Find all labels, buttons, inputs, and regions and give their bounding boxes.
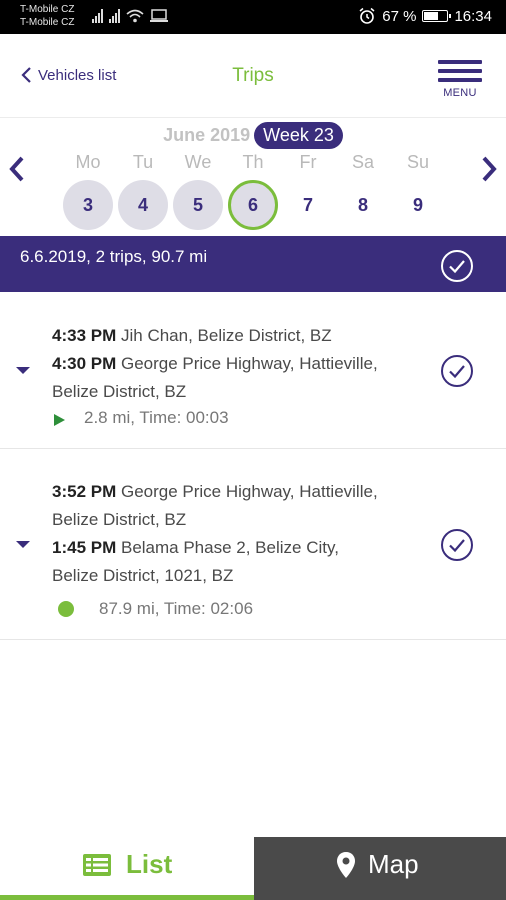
day-name-label: Tu bbox=[132, 152, 154, 172]
trip-end-time: 3:52 PM bbox=[52, 482, 117, 501]
trip-end-time: 4:33 PM bbox=[52, 326, 117, 345]
day-number-button[interactable]: 6 bbox=[228, 180, 278, 230]
day-name-label: Sa bbox=[351, 152, 375, 172]
trip-item[interactable]: 4:33 PM Jih Chan, Belize District, BZ 4:… bbox=[0, 292, 506, 449]
hamburger-icon bbox=[438, 60, 482, 64]
trip-end-place: Jih Chan, Belize District, BZ bbox=[120, 326, 332, 345]
expand-trip-icon[interactable] bbox=[16, 541, 30, 548]
trips-screen: T-Mobile CZ T-Mobile CZ 67 % 16:34 Vehic… bbox=[0, 0, 506, 900]
trip-item[interactable]: 3:52 PM George Price Highway, Hattievill… bbox=[0, 450, 506, 640]
status-bar: T-Mobile CZ T-Mobile CZ 67 % 16:34 bbox=[0, 0, 506, 34]
day-mo[interactable]: Mo 3 bbox=[62, 152, 114, 230]
day-th[interactable]: Th 6 bbox=[227, 152, 279, 230]
carrier-2-label: T-Mobile CZ bbox=[20, 17, 75, 28]
day-number-button[interactable]: 7 bbox=[283, 180, 333, 230]
calendar-heading: June 2019 Week 23 bbox=[0, 122, 506, 149]
previous-week-button[interactable] bbox=[6, 154, 28, 184]
day-name-label: We bbox=[184, 152, 212, 172]
trip-start-place: Belama Phase 2, Belize City, bbox=[120, 538, 339, 557]
trip-meta: 87.9 mi, Time: 02:06 bbox=[99, 599, 254, 618]
next-week-button[interactable] bbox=[478, 154, 500, 184]
battery-percent: 67 % bbox=[382, 7, 417, 25]
trip-status-dot-icon bbox=[58, 601, 74, 617]
day-number-button[interactable]: 4 bbox=[118, 180, 168, 230]
screen-cast-icon bbox=[150, 9, 168, 22]
trip-end-line: 4:33 PM Jih Chan, Belize District, BZ bbox=[52, 322, 442, 350]
active-tab-indicator bbox=[0, 895, 254, 900]
tab-list[interactable]: List bbox=[0, 837, 254, 900]
carrier-names: T-Mobile CZ T-Mobile CZ bbox=[20, 3, 74, 29]
day-name-label: Su bbox=[406, 152, 430, 172]
tab-map-label: Map bbox=[368, 849, 419, 879]
menu-label: MENU bbox=[443, 87, 477, 99]
app-header: Vehicles list Trips MENU bbox=[0, 34, 506, 118]
day-number-button[interactable]: 5 bbox=[173, 180, 223, 230]
select-all-check-icon[interactable] bbox=[440, 249, 474, 283]
day-name-label: Th bbox=[242, 152, 264, 172]
day-number-button[interactable]: 3 bbox=[63, 180, 113, 230]
trip-meta: 2.8 mi, Time: 00:03 bbox=[84, 408, 229, 427]
day-sa[interactable]: Sa 8 bbox=[337, 152, 389, 230]
trip-start-time: 4:30 PM bbox=[52, 354, 117, 373]
signal-2-icon bbox=[109, 9, 120, 23]
signal-icons bbox=[92, 9, 168, 23]
hamburger-icon-line bbox=[438, 78, 482, 82]
status-right: 67 % 16:34 bbox=[358, 7, 492, 25]
day-fr[interactable]: Fr 7 bbox=[282, 152, 334, 230]
wifi-icon bbox=[126, 9, 144, 23]
day-su[interactable]: Su 9 bbox=[392, 152, 444, 230]
tab-list-content: List bbox=[82, 849, 172, 880]
hamburger-icon-line bbox=[438, 69, 482, 73]
signal-1-icon bbox=[92, 9, 103, 23]
trip-start-line: 4:30 PM George Price Highway, Hattievill… bbox=[52, 350, 442, 378]
alarm-icon bbox=[359, 7, 375, 24]
carrier-1-label: T-Mobile CZ bbox=[20, 4, 75, 15]
trip-check-icon[interactable] bbox=[440, 528, 474, 562]
list-icon bbox=[83, 853, 111, 876]
trip-start-place-line2: Belize District, 1021, BZ bbox=[52, 566, 234, 585]
month-label: June 2019 bbox=[163, 125, 251, 145]
day-we[interactable]: We 5 bbox=[172, 152, 224, 230]
day-name-label: Mo bbox=[75, 152, 101, 172]
menu-button[interactable]: MENU bbox=[438, 60, 482, 99]
trip-start-line: 1:45 PM Belama Phase 2, Belize City, bbox=[52, 534, 442, 562]
trip-end-place-line2: Belize District, BZ bbox=[52, 510, 187, 529]
map-pin-icon bbox=[337, 851, 355, 878]
day-number-button[interactable]: 8 bbox=[338, 180, 388, 230]
trip-start-time: 1:45 PM bbox=[52, 538, 117, 557]
day-name-label: Fr bbox=[299, 152, 317, 172]
trip-check-icon[interactable] bbox=[440, 354, 474, 388]
trip-start-place: George Price Highway, Hattieville, bbox=[120, 354, 378, 373]
day-summary-text: 6.6.2019, 2 trips, 90.7 mi bbox=[20, 247, 208, 266]
trip-end-place: George Price Highway, Hattieville, bbox=[120, 482, 378, 501]
battery-icon bbox=[422, 10, 452, 22]
play-route-icon[interactable] bbox=[54, 414, 65, 426]
week-calendar: June 2019 Week 23 Mo 3 Tu 4 We 5 Th 6 Fr 7 Sa 8 Su 9 bbox=[0, 118, 506, 236]
tab-map-content: Map bbox=[336, 849, 419, 880]
trip-start-place-line2: Belize District, BZ bbox=[52, 382, 187, 401]
page-title: Trips bbox=[232, 65, 274, 86]
expand-trip-icon[interactable] bbox=[16, 367, 30, 374]
clock: 16:34 bbox=[454, 7, 492, 25]
day-number-button[interactable]: 9 bbox=[393, 180, 443, 230]
tab-list-label: List bbox=[126, 849, 173, 879]
day-tu[interactable]: Tu 4 bbox=[117, 152, 169, 230]
tab-map[interactable]: Map bbox=[254, 837, 506, 900]
week-badge: Week 23 bbox=[254, 122, 343, 149]
trip-end-line: 3:52 PM George Price Highway, Hattievill… bbox=[52, 478, 442, 506]
day-summary: 6.6.2019, 2 trips, 90.7 mi bbox=[0, 236, 506, 292]
